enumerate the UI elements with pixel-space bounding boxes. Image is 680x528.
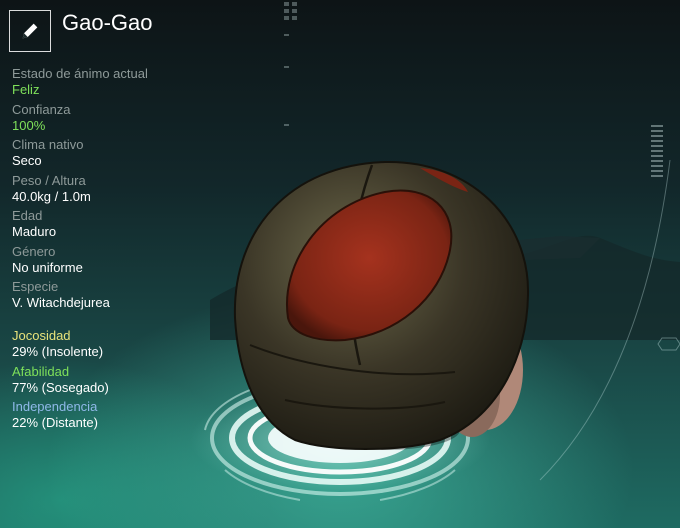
- attribute-value: 100%: [12, 117, 46, 133]
- attribute-species: Especie V. Witachdejurea: [12, 279, 242, 315]
- attribute-climate: Clima nativo Seco: [12, 137, 242, 173]
- trait-jocosity: Jocosidad 29% (Insolente): [12, 328, 242, 364]
- trait-independence: Independencia 22% (Distante): [12, 399, 242, 435]
- attribute-label: Clima nativo: [12, 137, 84, 152]
- attribute-list: Estado de ánimo actual Feliz Confianza 1…: [12, 66, 242, 315]
- trait-label: Independencia: [12, 399, 98, 414]
- hud-side-bars: [651, 125, 663, 180]
- attribute-value: Maduro: [12, 224, 57, 239]
- attribute-value: Seco: [12, 153, 42, 168]
- creature-info-panel: Gao-Gao Estado de ánimo actual Feliz Con…: [0, 0, 250, 528]
- attribute-value: Feliz: [12, 82, 40, 97]
- trait-affability: Afabilidad 77% (Sosegado): [12, 364, 242, 400]
- attribute-label: Género: [12, 243, 56, 259]
- pencil-icon: [22, 23, 38, 39]
- attribute-label: Especie: [12, 279, 59, 294]
- trait-value: 77% (Sosegado): [12, 379, 109, 395]
- trait-label: Afabilidad: [12, 363, 70, 379]
- attribute-weight-height: Peso / Altura 40.0kg / 1.0m: [12, 173, 242, 209]
- attribute-value: V. Witachdejurea: [12, 295, 110, 310]
- creature-model: [233, 160, 530, 450]
- attribute-mood: Estado de ánimo actual Feliz: [12, 66, 242, 102]
- attribute-label: Edad: [12, 208, 43, 223]
- attribute-value: No uniforme: [12, 259, 83, 275]
- attribute-age: Edad Maduro: [12, 208, 242, 244]
- edit-name-button[interactable]: [9, 10, 51, 52]
- attribute-trust: Confianza 100%: [12, 102, 242, 138]
- creature-name: Gao-Gao: [62, 10, 153, 35]
- attribute-label: Confianza: [12, 101, 71, 117]
- trait-value: 22% (Distante): [12, 415, 98, 430]
- trait-label: Jocosidad: [12, 328, 71, 343]
- attribute-value: 40.0kg / 1.0m: [12, 188, 91, 204]
- personality-traits: Jocosidad 29% (Insolente) Afabilidad 77%…: [12, 328, 242, 435]
- attribute-label: Peso / Altura: [12, 172, 86, 188]
- attribute-label: Estado de ánimo actual: [12, 66, 148, 81]
- attribute-gender: Género No uniforme: [12, 244, 242, 280]
- trait-value: 29% (Insolente): [12, 344, 104, 359]
